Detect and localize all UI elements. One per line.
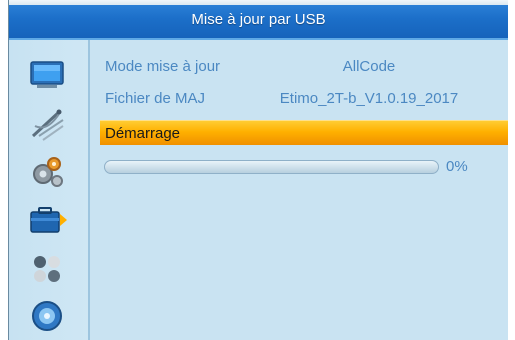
gears-icon xyxy=(33,157,63,187)
media-disc-icon xyxy=(32,301,62,331)
sidebar-item-media[interactable] xyxy=(9,294,88,338)
sidebar-item-tools[interactable] xyxy=(9,198,88,242)
start-button[interactable]: Démarrage xyxy=(100,120,508,145)
page-title: Mise à jour par USB xyxy=(9,5,508,40)
sidebar-menu xyxy=(9,40,90,340)
menu-screen: Mise à jour par USB Mode mise à jour All… xyxy=(8,0,508,340)
update-mode-value: AllCode xyxy=(342,58,396,75)
update-file-value: Etimo_2T-b_V1.0.19_2017 xyxy=(279,90,459,107)
toolbox-icon xyxy=(30,207,67,233)
update-mode-row[interactable]: Mode mise à jour AllCode xyxy=(105,53,505,81)
balls-icon xyxy=(34,256,60,282)
sidebar-item-games[interactable] xyxy=(9,246,88,290)
update-file-row[interactable]: Fichier de MAJ Etimo_2T-b_V1.0.19_2017 xyxy=(105,85,505,113)
tv-icon xyxy=(30,61,64,88)
satellite-dish-icon xyxy=(31,109,64,141)
sidebar-item-system[interactable] xyxy=(9,150,88,194)
sidebar-item-tv[interactable] xyxy=(9,54,88,98)
update-panel: Mode mise à jour AllCode Fichier de MAJ … xyxy=(91,40,508,340)
sidebar-item-installation[interactable] xyxy=(9,102,88,146)
progress-bar xyxy=(104,160,439,174)
progress-percent: 0% xyxy=(446,158,468,175)
